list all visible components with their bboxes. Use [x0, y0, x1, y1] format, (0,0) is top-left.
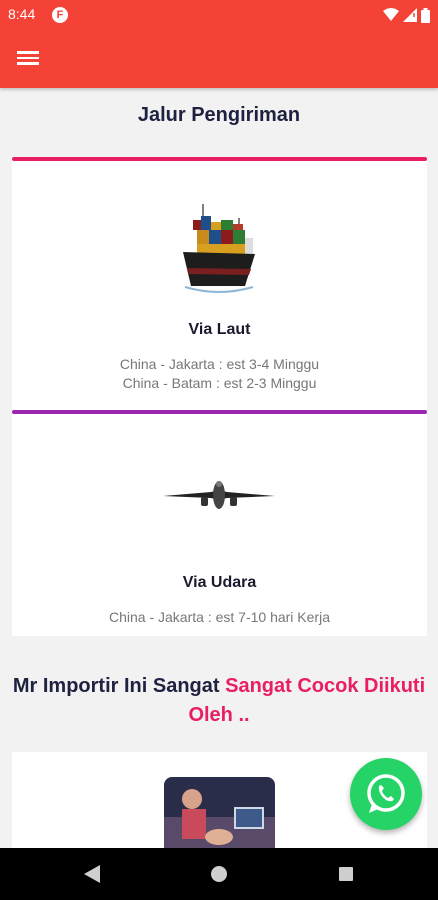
hamburger-menu-icon[interactable] [17, 48, 41, 70]
battery-icon [421, 7, 430, 23]
recent-apps-icon[interactable] [339, 867, 353, 881]
shipping-card-sea: Via Laut China - Jakarta : est 3-4 Mingg… [12, 157, 427, 410]
meeting-photo [164, 777, 275, 848]
route-estimate: China - Jakarta : est 3-4 Minggu [119, 356, 320, 372]
promo-heading: Mr Importir Ini Sangat Sangat Cocok Diik… [0, 672, 438, 730]
route-estimate: China - Batam : est 2-3 Minggu [122, 375, 317, 391]
card-accent-bar [12, 410, 427, 414]
app-bar [0, 30, 438, 88]
route-estimate: China - Jakarta : est 7-10 hari Kerja [109, 609, 330, 625]
card-accent-bar [12, 157, 427, 161]
content-area[interactable]: Jalur Pengiriman Via Laut China - Jakart… [0, 88, 438, 848]
airplane-icon [163, 481, 275, 509]
shipping-card-air: Via Udara China - Jakarta : est 7-10 har… [12, 410, 427, 636]
promo-text: Mr Importir Ini Sangat [12, 675, 226, 697]
wifi-icon [383, 8, 399, 21]
app-notification-icon: F [52, 7, 68, 23]
signal-icon [403, 8, 417, 22]
whatsapp-icon [367, 774, 405, 813]
card-title: Via Laut [188, 321, 251, 338]
card-title: Via Udara [182, 574, 257, 591]
back-icon[interactable] [84, 865, 100, 883]
status-bar: 8:44 F [0, 0, 438, 30]
home-icon[interactable] [211, 866, 227, 882]
system-nav-bar [0, 848, 438, 900]
status-icons [383, 6, 430, 24]
cargo-ship-icon [183, 204, 255, 293]
status-time: 8:44 [8, 6, 36, 22]
whatsapp-button[interactable] [350, 758, 422, 830]
page-title: Jalur Pengiriman [137, 104, 301, 126]
